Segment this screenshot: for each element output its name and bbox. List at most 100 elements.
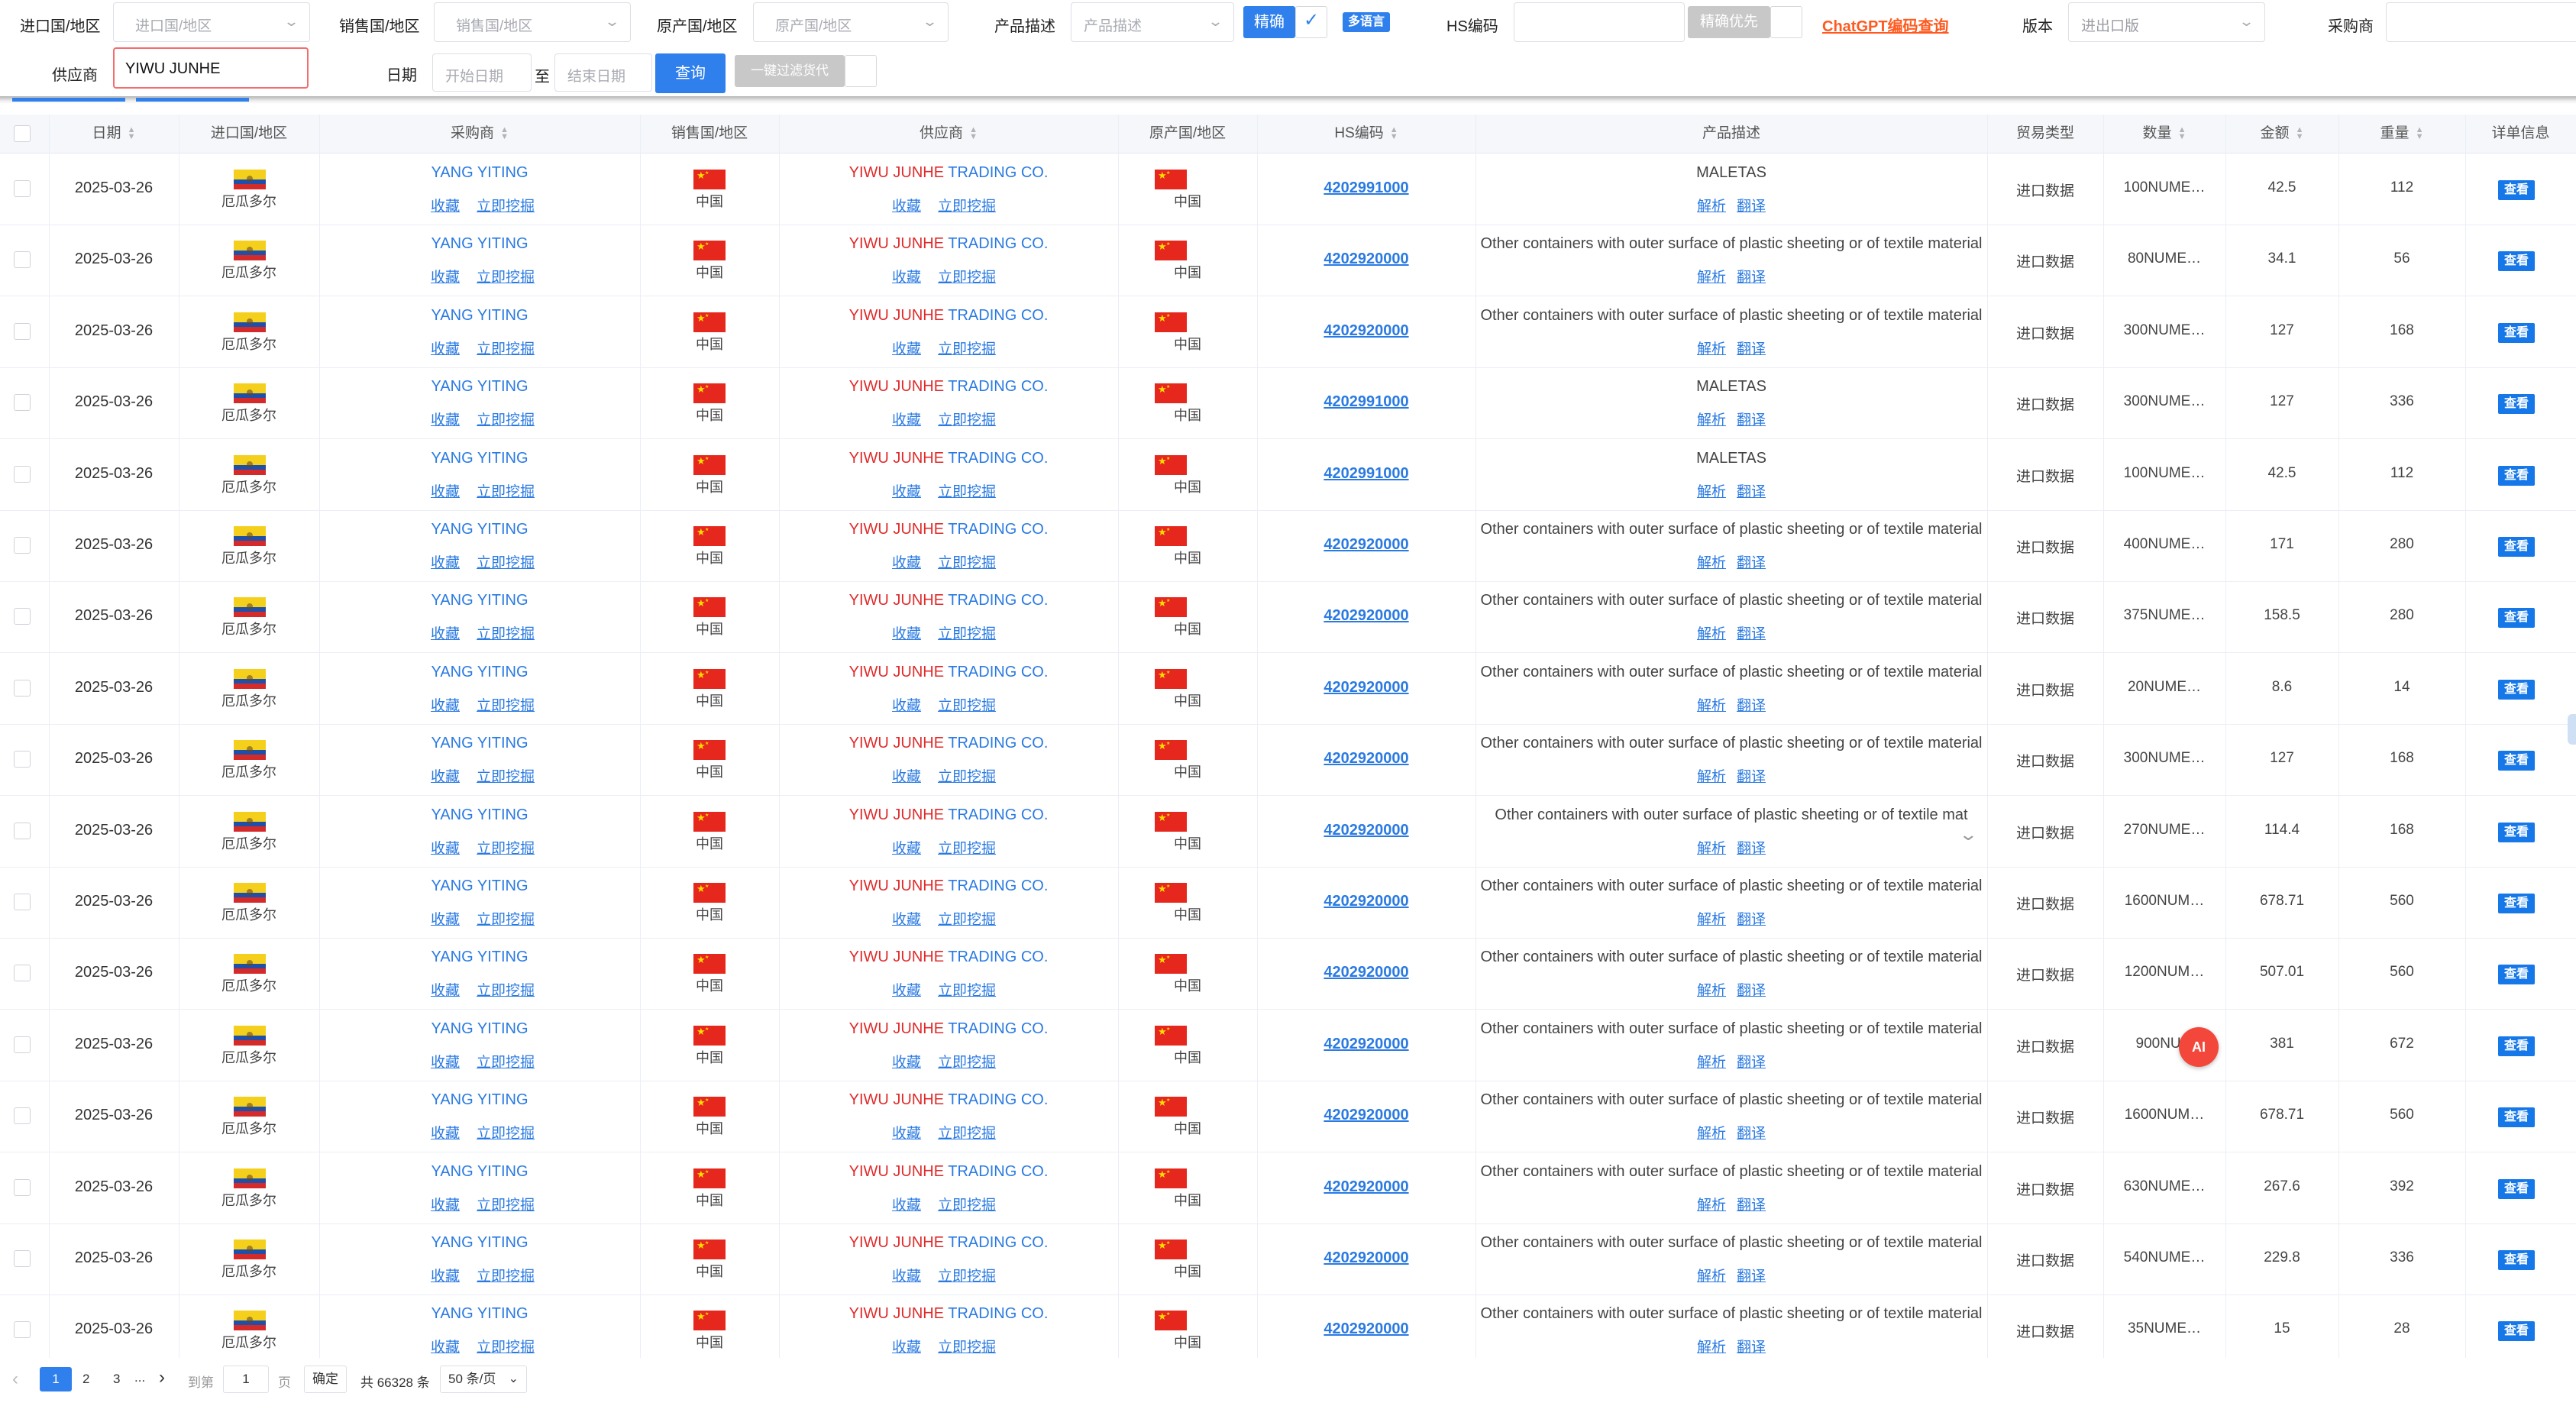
supplier-favorite-link[interactable]: 收藏: [892, 1265, 921, 1285]
supplier-mine-link[interactable]: 立即挖掘: [938, 551, 996, 572]
version-select[interactable]: 进出口版 ⌄: [2068, 2, 2265, 42]
supplier-favorite-link[interactable]: 收藏: [892, 1336, 921, 1356]
supplier-favorite-link[interactable]: 收藏: [892, 266, 921, 286]
supplier-favorite-link[interactable]: 收藏: [892, 694, 921, 715]
translate-link[interactable]: 翻译: [1737, 908, 1766, 929]
hs-code-link[interactable]: 4202920000: [1257, 822, 1475, 839]
buyer-name-link[interactable]: YANG YITING: [319, 1163, 640, 1181]
supplier-favorite-link[interactable]: 收藏: [892, 338, 921, 358]
translate-link[interactable]: 翻译: [1737, 1265, 1766, 1285]
hs-code-link[interactable]: 4202920000: [1257, 1178, 1475, 1196]
row-checkbox[interactable]: [14, 822, 31, 839]
buyer-favorite-link[interactable]: 收藏: [431, 195, 460, 215]
chatgpt-code-lookup-link[interactable]: ChatGPT编码查询: [1822, 14, 1949, 36]
supplier-favorite-link[interactable]: 收藏: [892, 622, 921, 643]
ai-assistant-icon[interactable]: AI: [2179, 1027, 2219, 1067]
header-date[interactable]: 日期 ▲ ▼: [49, 115, 179, 153]
end-date-input[interactable]: 结束日期: [554, 53, 652, 92]
buyer-favorite-link[interactable]: 收藏: [431, 1336, 460, 1356]
supplier-name-link[interactable]: YIWU JUNHE TRADING CO.: [779, 664, 1118, 681]
buyer-mine-link[interactable]: 立即挖掘: [477, 551, 535, 572]
view-detail-button[interactable]: 查看: [2498, 251, 2535, 272]
buyer-name-link[interactable]: YANG YITING: [319, 521, 640, 538]
view-detail-button[interactable]: 查看: [2498, 1321, 2535, 1342]
hs-code-link[interactable]: 4202920000: [1257, 893, 1475, 910]
supplier-name-link[interactable]: YIWU JUNHE TRADING CO.: [779, 450, 1118, 467]
analyze-link[interactable]: 解析: [1697, 551, 1726, 572]
analyze-link[interactable]: 解析: [1697, 1122, 1726, 1143]
supplier-favorite-link[interactable]: 收藏: [892, 979, 921, 1000]
hs-code-link[interactable]: 4202920000: [1257, 1320, 1475, 1338]
view-detail-button[interactable]: 查看: [2498, 894, 2535, 913]
page-3-button[interactable]: 3: [113, 1372, 120, 1387]
supplier-mine-link[interactable]: 立即挖掘: [938, 1336, 996, 1356]
page-size-select[interactable]: 50 条/页 ⌄: [440, 1366, 527, 1393]
buyer-mine-link[interactable]: 立即挖掘: [477, 979, 535, 1000]
view-detail-button[interactable]: 查看: [2498, 751, 2535, 771]
hs-code-link[interactable]: 4202920000: [1257, 250, 1475, 268]
view-detail-button[interactable]: 查看: [2498, 394, 2535, 415]
supplier-favorite-link[interactable]: 收藏: [892, 1194, 921, 1214]
buyer-mine-link[interactable]: 立即挖掘: [477, 908, 535, 929]
analyze-link[interactable]: 解析: [1697, 837, 1726, 858]
exact-priority-checkbox[interactable]: [1770, 6, 1802, 38]
buyer-favorite-link[interactable]: 收藏: [431, 622, 460, 643]
supplier-name-link[interactable]: YIWU JUNHE TRADING CO.: [779, 307, 1118, 325]
view-detail-button[interactable]: 查看: [2498, 965, 2535, 985]
view-detail-button[interactable]: 查看: [2498, 465, 2535, 486]
analyze-link[interactable]: 解析: [1697, 195, 1726, 215]
row-checkbox[interactable]: [14, 894, 31, 910]
exact-checkbox[interactable]: ✓: [1295, 6, 1327, 38]
supplier-favorite-link[interactable]: 收藏: [892, 551, 921, 572]
buyer-name-link[interactable]: YANG YITING: [319, 664, 640, 681]
header-hs-code[interactable]: HS编码 ▲ ▼: [1257, 115, 1475, 153]
supplier-favorite-link[interactable]: 收藏: [892, 1051, 921, 1071]
translate-link[interactable]: 翻译: [1737, 622, 1766, 643]
buyer-mine-link[interactable]: 立即挖掘: [477, 409, 535, 429]
row-checkbox[interactable]: [14, 1178, 31, 1196]
supplier-name-link[interactable]: YIWU JUNHE TRADING CO.: [779, 735, 1118, 752]
hs-code-link[interactable]: 4202920000: [1257, 1036, 1475, 1053]
header-amount[interactable]: 金额 ▲ ▼: [2225, 115, 2338, 153]
hs-code-link[interactable]: 4202920000: [1257, 750, 1475, 768]
row-checkbox[interactable]: [14, 608, 31, 625]
buyer-mine-link[interactable]: 立即挖掘: [477, 1336, 535, 1356]
row-checkbox[interactable]: [14, 465, 31, 483]
origin-country-select[interactable]: 原产国/地区 ⌄: [753, 2, 949, 42]
row-checkbox[interactable]: [14, 394, 31, 412]
hs-code-link[interactable]: 4202991000: [1257, 465, 1475, 483]
translate-link[interactable]: 翻译: [1737, 409, 1766, 429]
header-buyer[interactable]: 采购商 ▲ ▼: [319, 115, 640, 153]
analyze-link[interactable]: 解析: [1697, 765, 1726, 786]
supplier-mine-link[interactable]: 立即挖掘: [938, 979, 996, 1000]
buyer-name-link[interactable]: YANG YITING: [319, 164, 640, 182]
import-country-select[interactable]: 进口国/地区 ⌄: [113, 2, 310, 42]
buyer-input[interactable]: [2386, 2, 2576, 42]
supplier-mine-link[interactable]: 立即挖掘: [938, 837, 996, 858]
buyer-favorite-link[interactable]: 收藏: [431, 266, 460, 286]
hs-code-input[interactable]: [1514, 2, 1685, 42]
analyze-link[interactable]: 解析: [1697, 1051, 1726, 1071]
row-checkbox[interactable]: [14, 251, 31, 269]
supplier-name-link[interactable]: YIWU JUNHE TRADING CO.: [779, 1163, 1118, 1181]
buyer-favorite-link[interactable]: 收藏: [431, 1051, 460, 1071]
row-checkbox[interactable]: [14, 751, 31, 768]
side-panel-handle[interactable]: [2568, 714, 2576, 745]
page-2-button[interactable]: 2: [82, 1372, 89, 1387]
analyze-link[interactable]: 解析: [1697, 622, 1726, 643]
view-detail-button[interactable]: 查看: [2498, 679, 2535, 700]
supplier-favorite-link[interactable]: 收藏: [892, 409, 921, 429]
supplier-mine-link[interactable]: 立即挖掘: [938, 338, 996, 358]
buyer-favorite-link[interactable]: 收藏: [431, 837, 460, 858]
translate-link[interactable]: 翻译: [1737, 1336, 1766, 1356]
multilang-button[interactable]: 多语言: [1343, 12, 1390, 32]
supplier-favorite-link[interactable]: 收藏: [892, 1122, 921, 1143]
analyze-link[interactable]: 解析: [1697, 979, 1726, 1000]
supplier-mine-link[interactable]: 立即挖掘: [938, 409, 996, 429]
buyer-mine-link[interactable]: 立即挖掘: [477, 694, 535, 715]
analyze-link[interactable]: 解析: [1697, 266, 1726, 286]
buyer-name-link[interactable]: YANG YITING: [319, 1091, 640, 1109]
translate-link[interactable]: 翻译: [1737, 195, 1766, 215]
buyer-mine-link[interactable]: 立即挖掘: [477, 1194, 535, 1214]
buyer-name-link[interactable]: YANG YITING: [319, 592, 640, 609]
